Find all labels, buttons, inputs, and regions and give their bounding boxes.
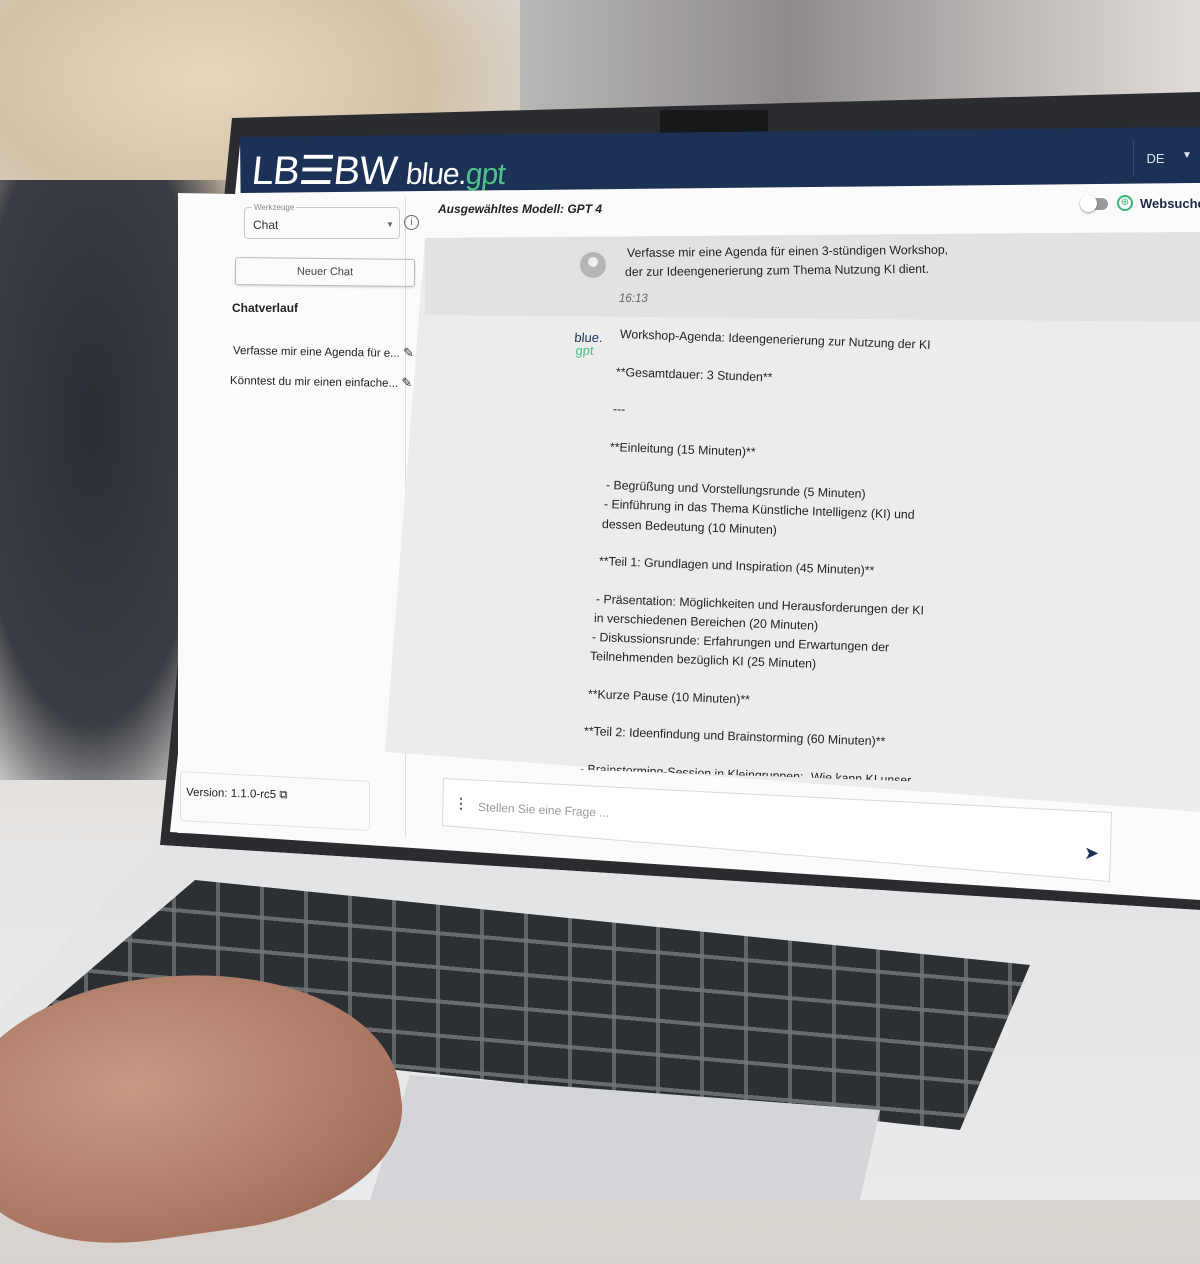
send-icon[interactable]: ➤ [1084,843,1099,864]
logo-gpt: gpt [464,158,507,191]
history-item-label[interactable]: Könntest du mir einen einfache... [230,375,398,390]
caret-down-icon[interactable]: ▼ [386,220,394,229]
more-options-icon[interactable]: ⋮ [454,795,468,812]
pencil-icon[interactable]: ✎ [403,345,414,360]
chat-history-title: Chatverlauf [232,301,299,315]
globe-icon: ⊕ [1117,195,1133,211]
selected-model: Ausgewähltes Modell: GPT 4 [438,202,603,216]
bot-avatar: blue. gpt [573,330,603,358]
sidebar [178,193,406,837]
websearch-label: Websuche [1140,196,1200,211]
bot-logo-gpt: gpt [575,343,595,358]
bot-message-line: --- [612,402,626,417]
user-avatar-icon [580,252,606,278]
history-item-label[interactable]: Verfasse mir eine Agenda für e... [233,345,400,360]
version: Version: 1.1.0-rc5 ⧉ [186,787,288,803]
message-time: 16:13 [619,293,648,305]
logo-mark: ☰ [296,149,337,193]
new-chat-button[interactable]: Neuer Chat [234,257,416,287]
language-selector[interactable]: DE [1133,140,1177,176]
info-icon[interactable]: i [404,215,419,230]
pencil-icon[interactable]: ✎ [401,375,412,390]
logo-lb: LB [249,149,302,193]
copy-icon[interactable]: ⧉ [279,789,288,801]
logo-bw: BW [331,149,399,193]
chevron-down-icon[interactable]: ▼ [1182,150,1192,161]
logo: LB☰BW blue.gpt [250,148,508,194]
tools-value[interactable]: Chat [253,218,278,232]
toggle-knob[interactable] [1080,195,1097,212]
logo-blue: blue. [404,158,468,191]
tools-label: Werkzeuge [252,203,297,212]
version-label: Version: 1.1.0-rc5 [185,786,277,802]
